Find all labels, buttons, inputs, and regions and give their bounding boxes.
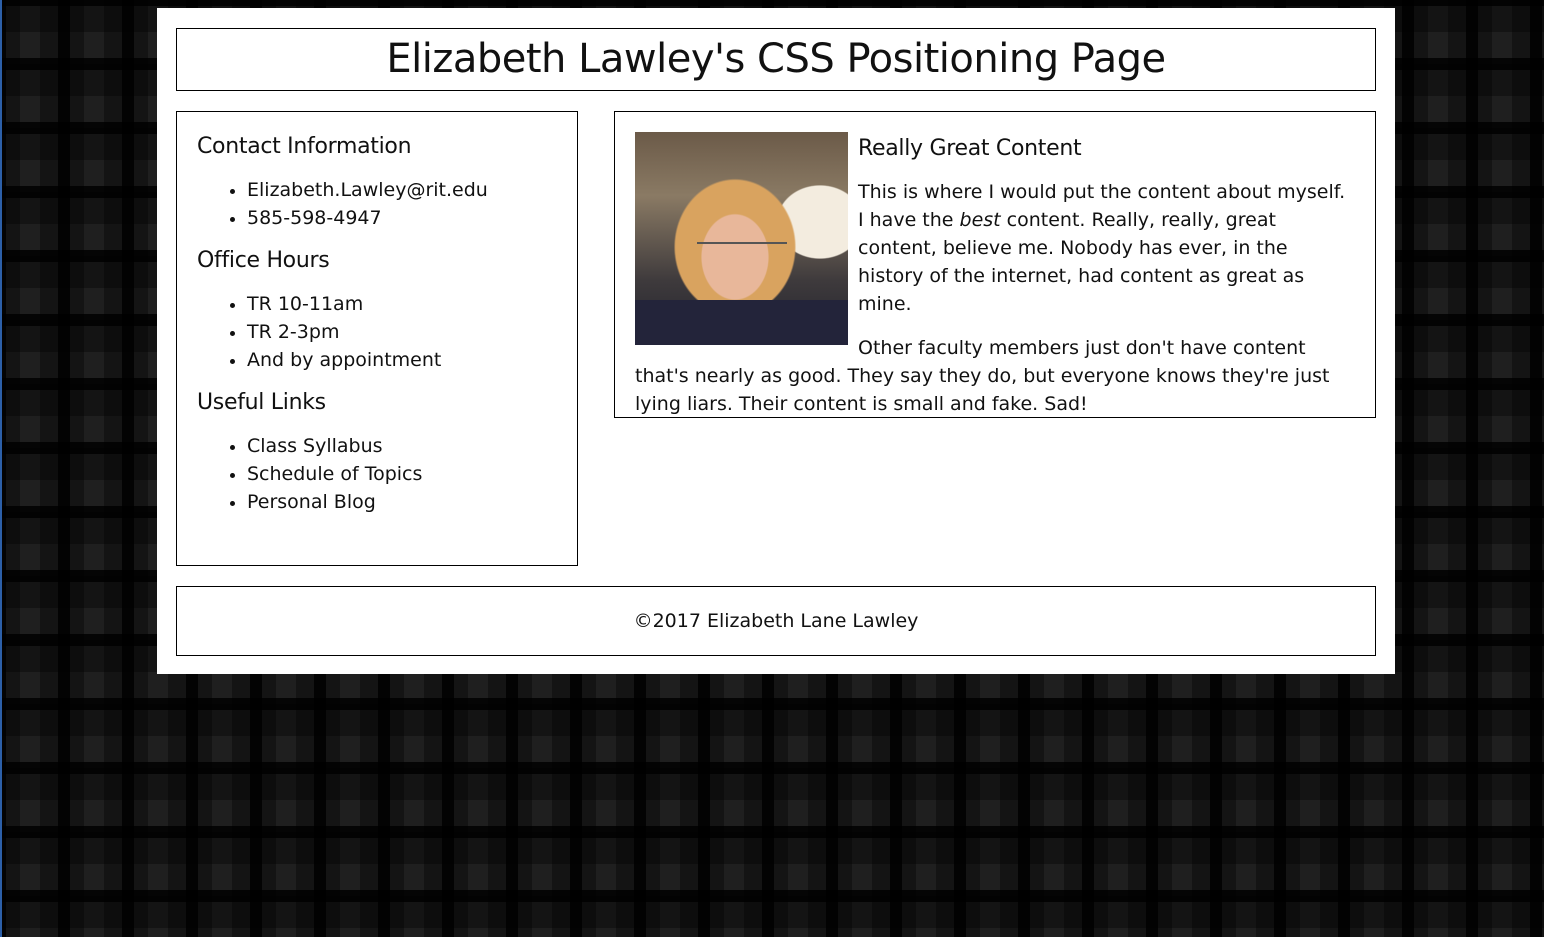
useful-links-heading: Useful Links bbox=[197, 390, 326, 415]
contact-list: Elizabeth.Lawley@rit.edu 585-598-4947 bbox=[197, 176, 557, 232]
main-content: Really Great Content This is where I wou… bbox=[614, 111, 1376, 418]
page-title: Elizabeth Lawley's CSS Positioning Page bbox=[386, 36, 1166, 82]
page-wrapper: Elizabeth Lawley's CSS Positioning Page … bbox=[157, 8, 1395, 674]
window-left-edge bbox=[0, 0, 2, 937]
page-footer: ©2017 Elizabeth Lane Lawley bbox=[176, 586, 1376, 656]
useful-link-item: Class Syllabus bbox=[247, 432, 557, 460]
contact-email: Elizabeth.Lawley@rit.edu bbox=[247, 176, 557, 204]
link-class-syllabus[interactable]: Class Syllabus bbox=[247, 435, 383, 457]
profile-photo bbox=[635, 132, 848, 345]
office-hours-list: TR 10-11am TR 2-3pm And by appointment bbox=[197, 290, 557, 374]
office-hours-item: TR 2-3pm bbox=[247, 318, 557, 346]
useful-links-list: Class Syllabus Schedule of Topics Person… bbox=[197, 432, 557, 516]
photo-shirt-detail bbox=[635, 300, 848, 345]
office-hours-item: TR 10-11am bbox=[247, 290, 557, 318]
office-hours-item: And by appointment bbox=[247, 346, 557, 374]
sidebar: Contact Information Elizabeth.Lawley@rit… bbox=[176, 111, 578, 566]
p1-emphasis: best bbox=[959, 209, 1001, 231]
content-paragraph-2: Other faculty members just don't have co… bbox=[635, 337, 1330, 415]
useful-link-item: Schedule of Topics bbox=[247, 460, 557, 488]
contact-heading: Contact Information bbox=[197, 134, 412, 159]
useful-link-item: Personal Blog bbox=[247, 488, 557, 516]
copyright-text: ©2017 Elizabeth Lane Lawley bbox=[633, 610, 919, 632]
link-personal-blog[interactable]: Personal Blog bbox=[247, 491, 376, 513]
photo-glasses-detail bbox=[697, 242, 787, 266]
contact-phone: 585-598-4947 bbox=[247, 204, 557, 232]
link-schedule-of-topics[interactable]: Schedule of Topics bbox=[247, 463, 422, 485]
page-header: Elizabeth Lawley's CSS Positioning Page bbox=[176, 28, 1376, 91]
office-hours-heading: Office Hours bbox=[197, 248, 330, 273]
